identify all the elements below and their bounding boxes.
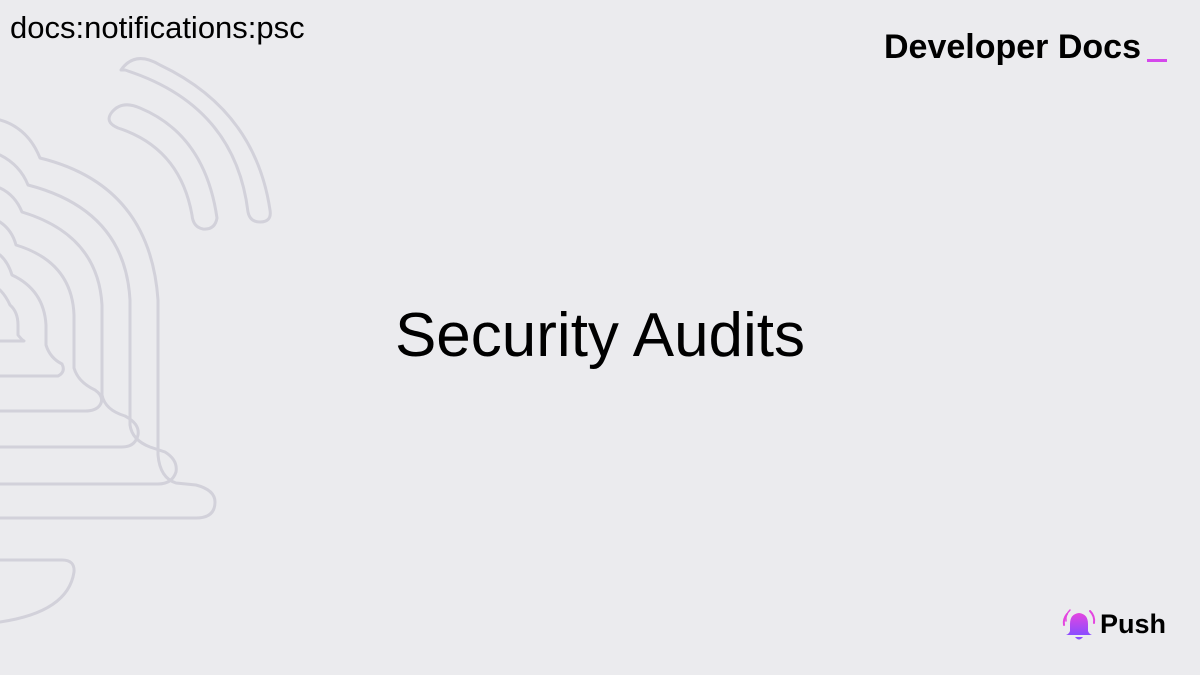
cursor-accent (1147, 59, 1167, 62)
push-logo: Push (1061, 605, 1166, 643)
bell-icon (1062, 609, 1096, 640)
logo-text: Push (1099, 608, 1166, 639)
doc-id-label: docs:notifications:psc (10, 10, 305, 45)
brand-title: Developer Docs (884, 28, 1141, 66)
page-title: Security Audits (394, 301, 806, 370)
brand-header: Developer Docs (884, 28, 1167, 67)
